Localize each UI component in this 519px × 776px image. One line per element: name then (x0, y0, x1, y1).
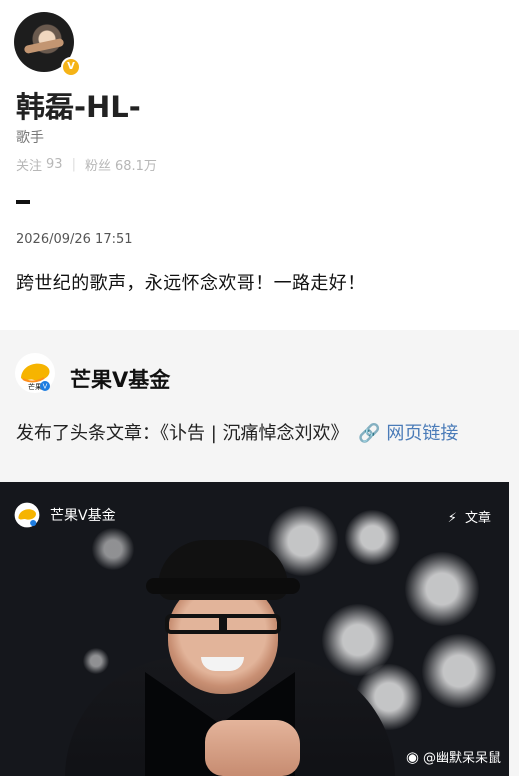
followers-label[interactable]: 粉丝 (85, 155, 111, 174)
card-type: ⚡ 文章 (448, 507, 491, 526)
image-watermark: ◉ @幽默呆呆鼠 (405, 747, 501, 767)
post-timestamp: 2026/09/26 17:51 (16, 232, 133, 247)
bokeh-light (405, 552, 479, 626)
performer-glasses (165, 614, 281, 634)
dash-divider (16, 200, 30, 204)
stats-separator: | (71, 157, 76, 172)
mango-v-logo-icon (14, 502, 40, 528)
performer-hand (205, 720, 300, 776)
web-link[interactable]: 网页链接 (386, 423, 458, 444)
svg-text:芒果: 芒果 (28, 382, 42, 391)
weibo-icon: ◉ (405, 747, 419, 766)
repost-text: 发布了头条文章：《讣告 | 沉痛悼念刘欢》 🔗 网页链接 (16, 419, 458, 445)
article-card[interactable]: 芒果V基金 ⚡ 文章 ◉ @幽默呆呆鼠 (0, 482, 509, 776)
followers-count[interactable]: 68.1万 (115, 155, 157, 174)
mango-v-logo-icon[interactable]: 芒果 V (14, 352, 56, 394)
lightning-icon: ⚡ (447, 511, 457, 526)
bokeh-light (345, 510, 400, 565)
profile-section: V 韩磊-HL- 歌手 关注 93 | 粉丝 68.1万 2026/09/26 … (0, 0, 519, 330)
post-text: 跨世纪的歌声，永远怀念欢哥！一路走好！ (16, 273, 366, 294)
bokeh-light (422, 634, 496, 708)
bokeh-light (92, 528, 134, 570)
card-type-label: 文章 (464, 511, 491, 526)
following-label[interactable]: 关注 (16, 155, 42, 174)
repost-description: 发布了头条文章：《讣告 | 沉痛悼念刘欢》 (16, 423, 349, 444)
link-icon[interactable]: 🔗 (358, 423, 380, 444)
card-author: 芒果V基金 (50, 508, 116, 524)
bokeh-light (83, 648, 109, 674)
repost-author-name[interactable]: 芒果V基金 (70, 364, 170, 394)
performer-cap-brim (146, 578, 300, 594)
profile-name[interactable]: 韩磊-HL- (16, 84, 141, 126)
watermark-user: @幽默呆呆鼠 (422, 751, 501, 766)
profile-stats: 关注 93 | 粉丝 68.1万 (16, 155, 157, 174)
following-count[interactable]: 93 (46, 157, 63, 172)
verified-badge-icon: V (61, 57, 81, 77)
card-header: 芒果V基金 (14, 502, 116, 528)
repost-section[interactable]: 芒果 V 芒果V基金 发布了头条文章：《讣告 | 沉痛悼念刘欢》 🔗 网页链接 (0, 330, 519, 776)
profile-bio: 歌手 (16, 130, 44, 146)
svg-text:V: V (43, 384, 48, 391)
